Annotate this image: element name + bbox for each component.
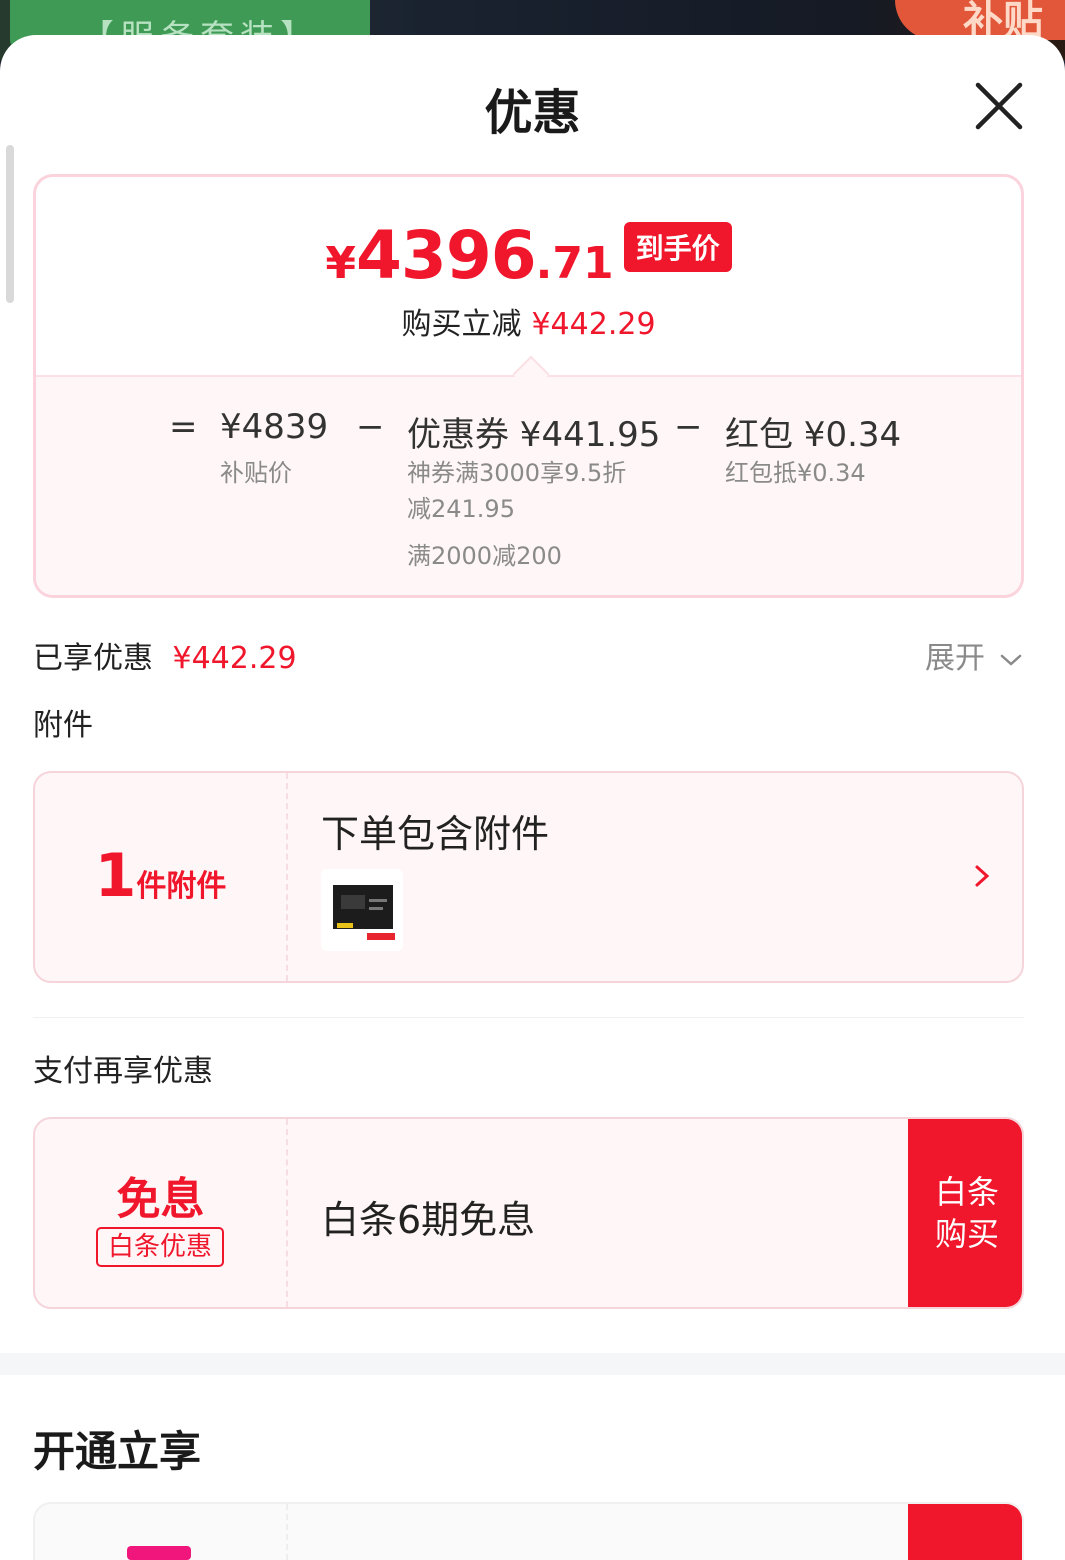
expand-label: 展开 (925, 641, 985, 676)
card-divider (286, 1119, 288, 1307)
coupon-detail-3: 满2000减200 (407, 542, 562, 570)
accessory-count-number: 1 (94, 841, 137, 911)
minus-sign: − (356, 407, 385, 447)
accessory-count: 1件附件 (35, 841, 286, 911)
card-divider (286, 1504, 288, 1560)
card-divider (286, 773, 288, 981)
enjoyed-discount: 已享优惠 ¥442.29 (33, 633, 297, 677)
accessory-card[interactable]: 1件附件 下单包含附件 (33, 771, 1024, 983)
chevron-right-icon[interactable] (971, 861, 993, 891)
final-price-decimal: .71 (535, 238, 614, 289)
accessory-count-unit: 件附件 (136, 869, 227, 904)
section-gap (0, 1353, 1065, 1375)
chevron-down-icon (1000, 654, 1021, 666)
buy-button-line-1: 白条 (934, 1173, 999, 1211)
final-price-yen: ¥ (325, 238, 356, 289)
interest-free-label: 免息 (116, 1174, 205, 1225)
redpack-detail: 红包抵¥0.34 (725, 459, 866, 487)
coupon-detail-2: 减241.95 (407, 495, 515, 523)
scrollbar-thumb[interactable] (6, 145, 14, 303)
close-icon[interactable] (972, 79, 1026, 133)
section-divider (33, 1017, 1024, 1018)
payment-section-title: 支付再享优惠 (33, 1054, 213, 1089)
membership-action-button[interactable] (908, 1504, 1022, 1560)
discount-sheet: 优惠 ¥4396.71 到手价 购买立减 ¥442.29 = ¥4839 补贴价 −… (0, 35, 1065, 1560)
accessory-title: 下单包含附件 (321, 812, 550, 856)
final-price-integer: 4396 (355, 217, 537, 294)
coupon-detail-1: 神券满3000享9.5折 (407, 459, 627, 487)
accessory-section-title: 附件 (33, 708, 93, 743)
sheet-title: 优惠 (484, 85, 581, 141)
membership-offer-card[interactable] (33, 1502, 1024, 1560)
baitiao-offer-tag: 白条优惠 (96, 1227, 224, 1267)
payment-offer-title: 白条6期免息 (321, 1198, 536, 1242)
redpack-total: 红包 ¥0.34 (725, 415, 902, 455)
price-summary-card: ¥4396.71 到手价 购买立减 ¥442.29 = ¥4839 补贴价 − 优惠… (33, 174, 1024, 598)
membership-icon (127, 1546, 191, 1560)
instant-reduction: 购买立减 ¥442.29 (36, 299, 1021, 343)
buy-button-line-2: 购买 (934, 1215, 999, 1253)
minus-sign: − (674, 407, 703, 447)
subsidy-price-label: 补贴价 (220, 459, 292, 487)
subsidy-price-value: ¥4839 (220, 407, 329, 447)
equals-sign: = (169, 407, 198, 447)
final-price: ¥4396.71 到手价 (36, 217, 1021, 294)
coupon-total: 优惠券 ¥441.95 (407, 415, 661, 455)
accessory-thumbnail[interactable] (321, 869, 403, 951)
open-section-title: 开通立享 (33, 1427, 202, 1476)
expand-toggle[interactable]: 展开 (925, 633, 1023, 677)
baitiao-buy-button[interactable]: 白条 购买 (908, 1119, 1022, 1307)
enjoyed-label: 已享优惠 (33, 641, 153, 676)
reduction-value: ¥442.29 (531, 307, 656, 342)
enjoyed-value: ¥442.29 (172, 641, 297, 676)
reduction-label: 购买立减 (401, 307, 522, 342)
payment-offer-card[interactable]: 免息 白条优惠 白条6期免息 白条 购买 (33, 1117, 1024, 1309)
final-price-tag: 到手价 (623, 222, 732, 272)
